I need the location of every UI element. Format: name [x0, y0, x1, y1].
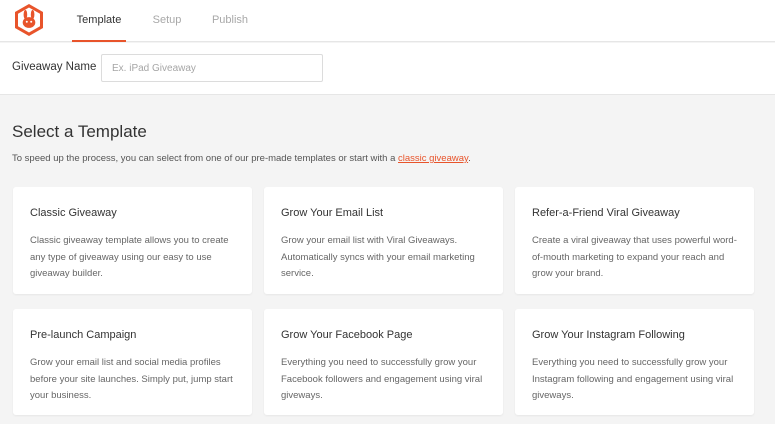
template-card-title: Refer-a-Friend Viral Giveaway — [532, 207, 680, 219]
template-card-grow-facebook-page[interactable]: Grow Your Facebook Page Everything you n… — [264, 309, 503, 415]
template-card-classic-giveaway[interactable]: Classic Giveaway Classic giveaway templa… — [13, 187, 252, 294]
template-card-description: Everything you need to successfully grow… — [532, 357, 734, 401]
template-card-description: Classic giveaway template allows you to … — [30, 235, 229, 279]
intro-text: To speed up the process, you can select … — [12, 153, 471, 164]
template-card-description: Grow your email list and social media pr… — [30, 357, 233, 401]
top-navigation-bar: Template Setup Publish — [0, 0, 775, 42]
giveaway-name-input[interactable] — [101, 54, 323, 82]
template-card-grow-instagram-following[interactable]: Grow Your Instagram Following Everything… — [515, 309, 754, 415]
intro-text-body: To speed up the process, you can select … — [12, 153, 396, 164]
intro-text-end: . — [468, 153, 471, 164]
template-card-grow-email-list[interactable]: Grow Your Email List Grow your email lis… — [264, 187, 503, 294]
template-card-title: Classic Giveaway — [30, 207, 117, 219]
tab-publish[interactable]: Publish — [208, 0, 252, 42]
template-card-description: Create a viral giveaway that uses powerf… — [532, 235, 737, 279]
template-card-pre-launch-campaign[interactable]: Pre-launch Campaign Grow your email list… — [13, 309, 252, 415]
template-card-description: Grow your email list with Viral Giveaway… — [281, 235, 475, 279]
template-card-title: Grow Your Email List — [281, 207, 384, 219]
template-card-refer-a-friend[interactable]: Refer-a-Friend Viral Giveaway Create a v… — [515, 187, 754, 294]
giveaway-name-label: Giveaway Name — [12, 61, 97, 73]
giveaway-name-bar: Giveaway Name — [0, 43, 775, 95]
template-card-description: Everything you need to successfully grow… — [281, 357, 483, 401]
template-card-title: Grow Your Facebook Page — [281, 329, 413, 341]
template-card-title: Pre-launch Campaign — [30, 329, 137, 341]
classic-giveaway-link[interactable]: classic giveaway — [398, 153, 468, 164]
rabbit-logo-icon[interactable] — [12, 3, 46, 37]
tab-setup[interactable]: Setup — [146, 0, 188, 42]
tab-template[interactable]: Template — [72, 0, 126, 42]
template-card-title: Grow Your Instagram Following — [532, 329, 685, 341]
page-title: Select a Template — [12, 122, 147, 141]
